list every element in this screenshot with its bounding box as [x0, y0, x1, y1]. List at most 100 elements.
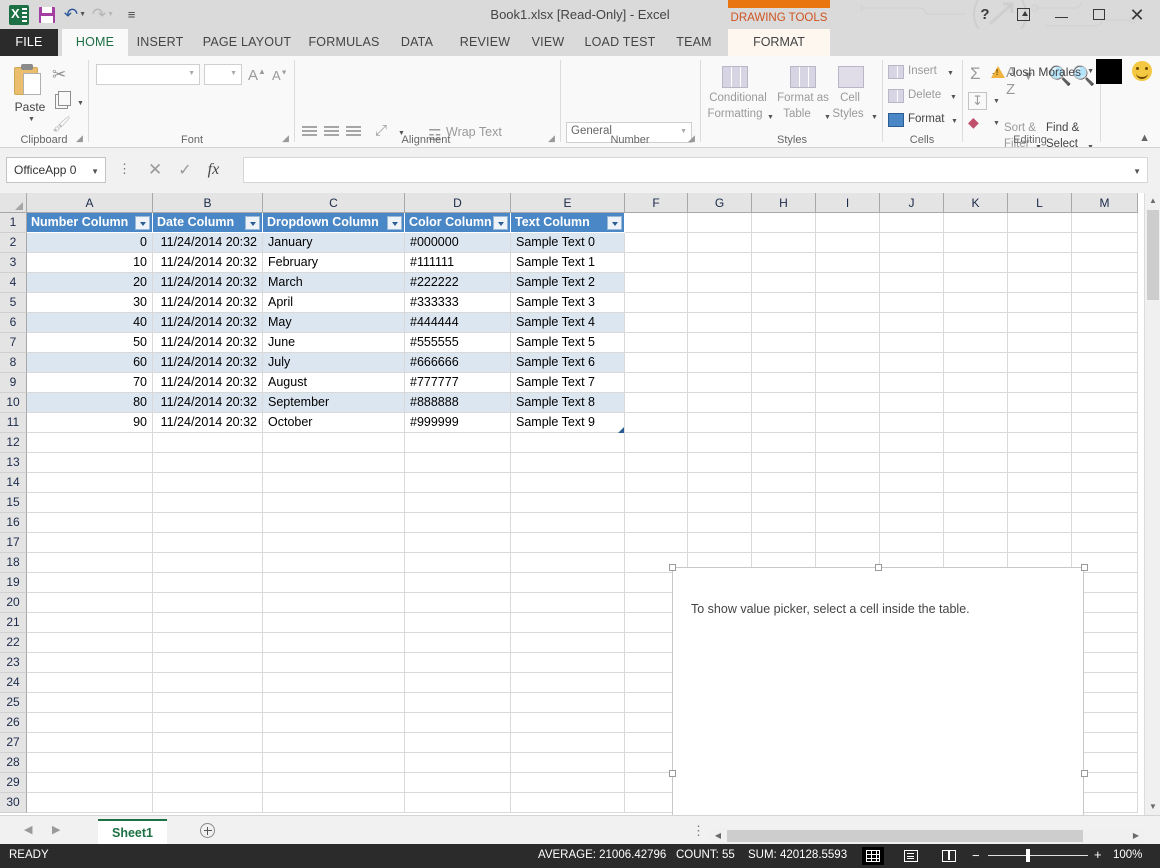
cell-D19[interactable]	[405, 573, 511, 593]
format-as-table-icon[interactable]	[790, 66, 816, 88]
normal-view-icon[interactable]	[862, 847, 884, 865]
cell-E14[interactable]	[511, 473, 625, 493]
expand-formula-bar-icon[interactable]: ▼	[1133, 167, 1141, 176]
column-header-A[interactable]: A	[27, 193, 153, 213]
cell-L16[interactable]	[1008, 513, 1072, 533]
cell-E11[interactable]: Sample Text 9	[511, 413, 625, 433]
cell-C14[interactable]	[263, 473, 405, 493]
cell-C27[interactable]	[263, 733, 405, 753]
cell-L8[interactable]	[1008, 353, 1072, 373]
cell-C26[interactable]	[263, 713, 405, 733]
conditional-formatting-line1[interactable]: Conditional	[704, 92, 772, 104]
cell-F5[interactable]	[625, 293, 688, 313]
cell-H6[interactable]	[752, 313, 816, 333]
cell-B21[interactable]	[153, 613, 263, 633]
cell-C10[interactable]: September	[263, 393, 405, 413]
cell-G17[interactable]	[688, 533, 752, 553]
cell-F14[interactable]	[625, 473, 688, 493]
cancel-formula-icon[interactable]: ✕	[148, 160, 162, 180]
cell-G9[interactable]	[688, 373, 752, 393]
cell-I17[interactable]	[816, 533, 880, 553]
cell-J3[interactable]	[880, 253, 944, 273]
cell-L11[interactable]	[1008, 413, 1072, 433]
cell-K8[interactable]	[944, 353, 1008, 373]
cell-D10[interactable]: #888888	[405, 393, 511, 413]
cell-C11[interactable]: October	[263, 413, 405, 433]
enter-formula-icon[interactable]: ✓	[178, 160, 191, 180]
cell-B2[interactable]: 11/24/2014 20:32	[153, 233, 263, 253]
cell-C2[interactable]: January	[263, 233, 405, 253]
tab-file[interactable]: FILE	[0, 29, 58, 56]
cell-A19[interactable]	[27, 573, 153, 593]
cell-J1[interactable]	[880, 213, 944, 233]
cell-E10[interactable]: Sample Text 8	[511, 393, 625, 413]
cell-K14[interactable]	[944, 473, 1008, 493]
select-all-corner[interactable]	[0, 193, 27, 213]
cell-D16[interactable]	[405, 513, 511, 533]
worksheet-grid[interactable]: ABCDEFGHIJKLM 12345678910111213141516171…	[0, 193, 1160, 815]
status-sum[interactable]: SUM: 420128.5593	[748, 849, 847, 861]
cell-E8[interactable]: Sample Text 6	[511, 353, 625, 373]
save-icon[interactable]	[34, 2, 60, 28]
cell-M5[interactable]	[1072, 293, 1138, 313]
paste-dropdown-icon[interactable]: ▼	[28, 116, 35, 123]
cell-M12[interactable]	[1072, 433, 1138, 453]
resize-handle-n[interactable]	[875, 564, 882, 571]
cell-D27[interactable]	[405, 733, 511, 753]
cell-D13[interactable]	[405, 453, 511, 473]
font-dialog-launcher[interactable]: ◢	[282, 133, 289, 144]
cell-L2[interactable]	[1008, 233, 1072, 253]
cell-B13[interactable]	[153, 453, 263, 473]
cell-E9[interactable]: Sample Text 7	[511, 373, 625, 393]
cell-B1[interactable]: Date Column	[153, 213, 263, 233]
cell-E17[interactable]	[511, 533, 625, 553]
cell-J9[interactable]	[880, 373, 944, 393]
cell-E29[interactable]	[511, 773, 625, 793]
cell-J6[interactable]	[880, 313, 944, 333]
cell-A11[interactable]: 90	[27, 413, 153, 433]
cell-G2[interactable]	[688, 233, 752, 253]
cell-E13[interactable]	[511, 453, 625, 473]
cell-K2[interactable]	[944, 233, 1008, 253]
column-header-G[interactable]: G	[688, 193, 752, 213]
cell-E26[interactable]	[511, 713, 625, 733]
row-header-8[interactable]: 8	[0, 353, 27, 373]
cell-C1[interactable]: Dropdown Column	[263, 213, 405, 233]
row-header-3[interactable]: 3	[0, 253, 27, 273]
row-header-9[interactable]: 9	[0, 373, 27, 393]
add-sheet-icon[interactable]	[200, 823, 215, 838]
cell-L5[interactable]	[1008, 293, 1072, 313]
cell-I10[interactable]	[816, 393, 880, 413]
cell-B20[interactable]	[153, 593, 263, 613]
cell-J8[interactable]	[880, 353, 944, 373]
cell-G16[interactable]	[688, 513, 752, 533]
cell-B30[interactable]	[153, 793, 263, 813]
tab-view[interactable]: VIEW	[524, 29, 572, 56]
cell-F3[interactable]	[625, 253, 688, 273]
cell-G4[interactable]	[688, 273, 752, 293]
cell-E27[interactable]	[511, 733, 625, 753]
cell-E19[interactable]	[511, 573, 625, 593]
cell-C8[interactable]: July	[263, 353, 405, 373]
conditional-formatting-icon[interactable]	[722, 66, 748, 88]
cell-L3[interactable]	[1008, 253, 1072, 273]
clipboard-dialog-launcher[interactable]: ◢	[76, 133, 83, 144]
tab-load-test[interactable]: LOAD TEST	[578, 29, 662, 56]
cell-I7[interactable]	[816, 333, 880, 353]
cell-E25[interactable]	[511, 693, 625, 713]
column-header-H[interactable]: H	[752, 193, 816, 213]
cell-H3[interactable]	[752, 253, 816, 273]
cell-H5[interactable]	[752, 293, 816, 313]
cell-A7[interactable]: 50	[27, 333, 153, 353]
row-header-17[interactable]: 17	[0, 533, 27, 553]
scroll-up-arrow-icon[interactable]: ▲	[1145, 193, 1160, 209]
cell-D25[interactable]	[405, 693, 511, 713]
row-header-30[interactable]: 30	[0, 793, 27, 813]
cell-B18[interactable]	[153, 553, 263, 573]
cell-C5[interactable]: April	[263, 293, 405, 313]
cell-C20[interactable]	[263, 593, 405, 613]
cell-A17[interactable]	[27, 533, 153, 553]
cell-B28[interactable]	[153, 753, 263, 773]
column-header-F[interactable]: F	[625, 193, 688, 213]
column-header-L[interactable]: L	[1008, 193, 1072, 213]
